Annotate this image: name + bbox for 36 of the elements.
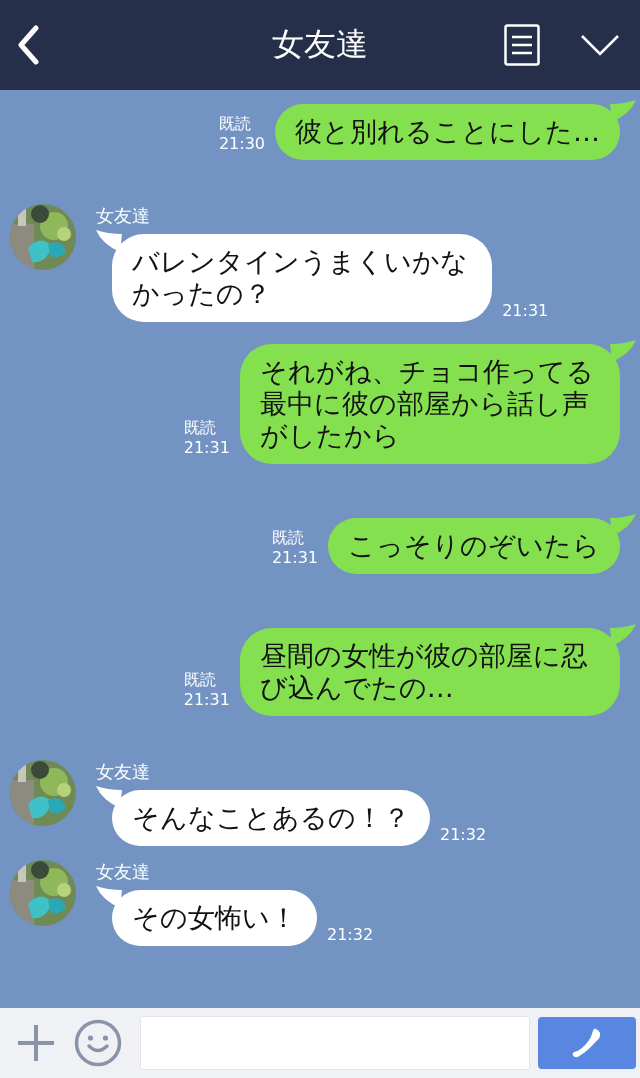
message-bubble: こっそりのぞいたら — [328, 518, 620, 574]
bubble-tail — [610, 514, 636, 536]
read-receipt: 既読 — [218, 114, 251, 134]
plus-icon[interactable] — [16, 1023, 56, 1063]
bubble-tail — [610, 340, 636, 362]
message-bubble: バレンタインうまくいかなかったの？ — [112, 234, 493, 322]
call-button[interactable] — [538, 1017, 636, 1069]
message-time: 21:31 — [502, 301, 549, 320]
message-bubble: その女怖い！ — [112, 890, 317, 946]
message-time: 21:31 — [183, 690, 230, 710]
message-time: 21:31 — [183, 438, 230, 458]
message-input[interactable] — [140, 1016, 530, 1070]
sender-name: 女友達 — [96, 760, 151, 784]
sender-name: 女友達 — [96, 860, 151, 884]
bubble-tail — [96, 886, 122, 908]
bubble-tail — [610, 624, 636, 646]
read-receipt: 既読 — [183, 418, 216, 438]
bubble-tail — [96, 786, 122, 808]
read-receipt: 既読 — [271, 528, 304, 548]
back-icon[interactable] — [16, 25, 40, 65]
message-bubble: そんなことあるの！？ — [112, 790, 430, 846]
message-bubble: 昼間の女性が彼の部屋に忍び込んでたの… — [239, 628, 620, 716]
sender-name: 女友達 — [96, 204, 151, 228]
message-time: 21:31 — [271, 548, 318, 568]
message-time: 21:32 — [440, 825, 487, 844]
message-bubble: それがね、チョコ作ってる最中に彼の部屋から話し声がしたから — [239, 344, 620, 464]
chat-title: 女友達 — [272, 24, 368, 65]
read-receipt: 既読 — [183, 670, 216, 690]
chevron-down-icon[interactable] — [580, 34, 620, 56]
notes-icon[interactable] — [504, 24, 540, 66]
bubble-tail — [96, 230, 122, 252]
message-time: 21:32 — [327, 925, 374, 944]
smiley-icon[interactable] — [74, 1019, 122, 1067]
message-time: 21:30 — [218, 134, 265, 154]
message-bubble: 彼と別れることにした… — [275, 104, 620, 160]
bubble-tail — [610, 100, 636, 122]
